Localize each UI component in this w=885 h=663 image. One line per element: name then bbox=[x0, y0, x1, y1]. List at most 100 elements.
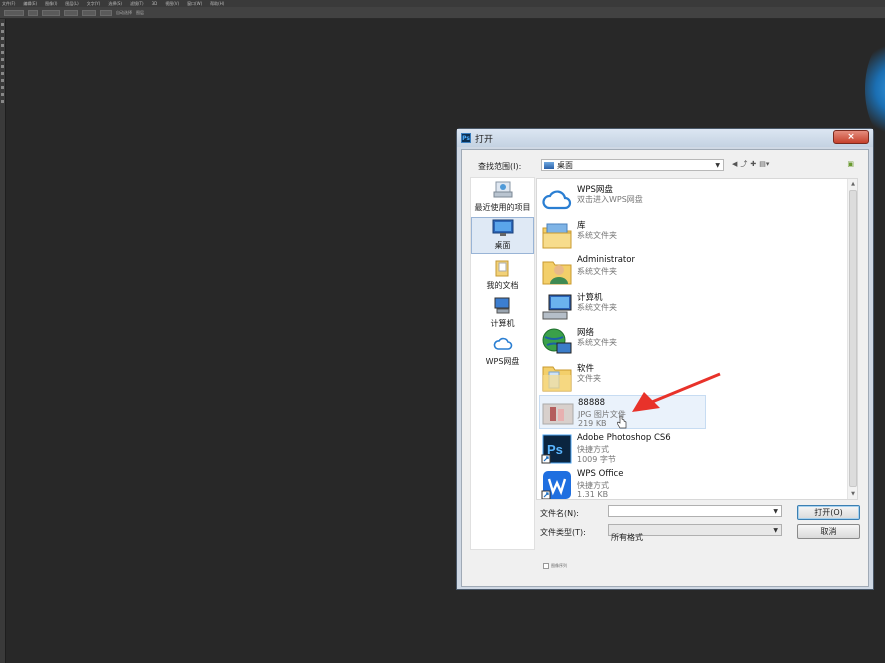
tool-icon[interactable] bbox=[1, 51, 4, 54]
tool-icon[interactable] bbox=[1, 93, 4, 96]
list-item[interactable]: WPS Office 快捷方式 1.31 KB bbox=[539, 467, 849, 499]
look-in-value: 桌面 bbox=[557, 160, 573, 170]
ps-menubar: 文件(F) 编辑(E) 图像(I) 图层(L) 文字(Y) 选择(S) 滤镜(T) 3D 视图(… bbox=[0, 0, 885, 7]
ps-menu-item[interactable]: 编辑(E) bbox=[23, 0, 37, 7]
file-list-scrollbar[interactable]: ▲ ▼ bbox=[847, 179, 857, 499]
filetype-label: 文件类型(T): bbox=[540, 528, 586, 537]
file-type: 系统文件夹 bbox=[577, 338, 617, 347]
filetype-value: 所有格式 bbox=[611, 533, 643, 542]
place-recent[interactable]: 最近使用的项目 bbox=[471, 180, 534, 216]
ps-menu-item[interactable]: 文字(Y) bbox=[87, 0, 101, 7]
list-item[interactable]: Ps Adobe Photoshop CS6 快捷方式 1009 字节 bbox=[539, 431, 849, 465]
tool-icon[interactable] bbox=[1, 37, 4, 40]
tool-icon[interactable] bbox=[1, 58, 4, 61]
library-icon bbox=[542, 223, 572, 249]
file-type: 系统文件夹 bbox=[577, 267, 617, 276]
place-label: 计算机 bbox=[490, 319, 515, 328]
image-sequence-option[interactable]: 图像序列 bbox=[543, 563, 567, 569]
file-type: 双击进入WPS网盘 bbox=[577, 195, 643, 204]
filetype-select[interactable]: 所有格式 ▼ bbox=[608, 524, 782, 542]
tool-icon[interactable] bbox=[1, 86, 4, 89]
file-name: WPS Office bbox=[577, 469, 624, 479]
file-type: 系统文件夹 bbox=[577, 303, 617, 312]
ps-toolbox bbox=[0, 19, 6, 663]
list-item[interactable]: Administrator 系统文件夹 bbox=[539, 253, 849, 287]
hand-cursor-icon bbox=[617, 415, 627, 429]
tool-icon[interactable] bbox=[1, 72, 4, 75]
folder-icon bbox=[542, 366, 572, 392]
dialog-titlebar[interactable]: Ps 打开 × bbox=[457, 129, 873, 147]
options-button[interactable] bbox=[100, 9, 112, 16]
ps-menu-item[interactable]: 选择(S) bbox=[108, 0, 122, 7]
recent-icon bbox=[493, 181, 512, 198]
new-folder-icon[interactable]: ✚ bbox=[750, 160, 756, 168]
tool-preset-picker[interactable] bbox=[4, 9, 24, 16]
ps-options-bar: 自动选择 图层 bbox=[0, 7, 885, 19]
look-in-select[interactable]: 桌面 ▼ bbox=[541, 159, 724, 171]
ps-menu-item[interactable]: 图层(L) bbox=[65, 0, 78, 7]
tool-icon[interactable] bbox=[1, 23, 4, 26]
desktop-icon bbox=[544, 161, 554, 169]
open-button[interactable]: 打开(O) bbox=[797, 505, 860, 520]
tool-icon[interactable] bbox=[1, 65, 4, 68]
place-desktop[interactable]: 桌面 bbox=[471, 217, 534, 254]
ps-menu-item[interactable]: 窗口(W) bbox=[187, 0, 202, 7]
dialog-client: 查找范围(I): 桌面 ▼ ◀ ⤴ ✚ ▤▾ ▣ 最近使用的项目 桌面 我的文档… bbox=[461, 149, 869, 587]
cancel-button[interactable]: 取消 bbox=[797, 524, 860, 539]
scroll-down-icon[interactable]: ▼ bbox=[848, 489, 857, 499]
dialog-toolbar: ◀ ⤴ ✚ ▤▾ bbox=[732, 159, 769, 169]
layer-select[interactable]: 图层 bbox=[136, 10, 144, 16]
place-documents[interactable]: 我的文档 bbox=[471, 258, 534, 294]
list-item[interactable]: 计算机 系统文件夹 bbox=[539, 289, 849, 323]
options-button[interactable] bbox=[64, 9, 78, 16]
file-type: 系统文件夹 bbox=[577, 231, 617, 240]
list-item[interactable]: 网络 系统文件夹 bbox=[539, 324, 849, 358]
tool-icon[interactable] bbox=[1, 30, 4, 33]
place-wps-cloud[interactable]: WPS网盘 bbox=[471, 334, 534, 370]
look-in-label: 查找范围(I): bbox=[478, 162, 522, 171]
chevron-down-icon: ▼ bbox=[773, 527, 778, 534]
options-button[interactable] bbox=[28, 9, 38, 16]
user-folder-icon bbox=[542, 261, 572, 285]
file-type: 文件夹 bbox=[577, 374, 601, 383]
view-menu-icon[interactable]: ▤▾ bbox=[759, 160, 769, 168]
ps-menu-item[interactable]: 3D bbox=[152, 0, 158, 7]
scrollbar-thumb[interactable] bbox=[849, 190, 857, 487]
auto-select-label[interactable]: 自动选择 bbox=[116, 10, 132, 16]
chevron-down-icon: ▼ bbox=[715, 162, 720, 169]
filename-label: 文件名(N): bbox=[540, 509, 579, 518]
image-sequence-label: 图像序列 bbox=[551, 563, 567, 568]
list-item[interactable]: WPS网盘 双击进入WPS网盘 bbox=[539, 181, 849, 215]
file-list[interactable]: WPS网盘 双击进入WPS网盘 库 系统文件夹 Administrator 系统… bbox=[536, 178, 858, 500]
tool-icon[interactable] bbox=[1, 44, 4, 47]
ps-menu-item[interactable]: 图像(I) bbox=[45, 0, 57, 7]
list-item[interactable]: 库 系统文件夹 bbox=[539, 217, 849, 251]
scroll-up-icon[interactable]: ▲ bbox=[848, 179, 857, 189]
computer-icon bbox=[494, 297, 509, 314]
filename-input[interactable]: ▼ bbox=[608, 505, 782, 517]
place-computer[interactable]: 计算机 bbox=[471, 296, 534, 332]
chevron-down-icon[interactable]: ▼ bbox=[773, 506, 778, 517]
network-icon bbox=[542, 328, 572, 354]
image-sequence-checkbox[interactable] bbox=[543, 563, 549, 569]
ps-menu-item[interactable]: 滤镜(T) bbox=[130, 0, 144, 7]
back-icon[interactable]: ◀ bbox=[732, 160, 737, 168]
photoshop-icon: Ps bbox=[541, 434, 572, 464]
image-thumbnail-icon bbox=[542, 403, 574, 425]
file-size: 1.31 KB bbox=[577, 490, 609, 499]
tool-icon[interactable] bbox=[1, 100, 4, 103]
ps-menu-item[interactable]: 文件(F) bbox=[2, 0, 15, 7]
open-dialog: Ps 打开 × 查找范围(I): 桌面 ▼ ◀ ⤴ ✚ ▤▾ ▣ 最近使用的项目 bbox=[456, 128, 874, 590]
ps-menu-item[interactable]: 视图(V) bbox=[165, 0, 179, 7]
ps-menu-item[interactable]: 帮助(H) bbox=[210, 0, 224, 7]
close-button[interactable]: × bbox=[833, 130, 869, 144]
cloud-icon bbox=[493, 337, 512, 350]
options-button[interactable] bbox=[82, 9, 96, 16]
places-bar: 最近使用的项目 桌面 我的文档 计算机 WPS网盘 bbox=[470, 177, 535, 550]
up-folder-icon[interactable]: ⤴ bbox=[740, 159, 747, 169]
preview-icon[interactable]: ▣ bbox=[847, 160, 854, 168]
options-button[interactable] bbox=[42, 9, 60, 16]
annotation-arrow-icon bbox=[632, 372, 721, 412]
wps-icon bbox=[541, 471, 571, 499]
tool-icon[interactable] bbox=[1, 79, 4, 82]
